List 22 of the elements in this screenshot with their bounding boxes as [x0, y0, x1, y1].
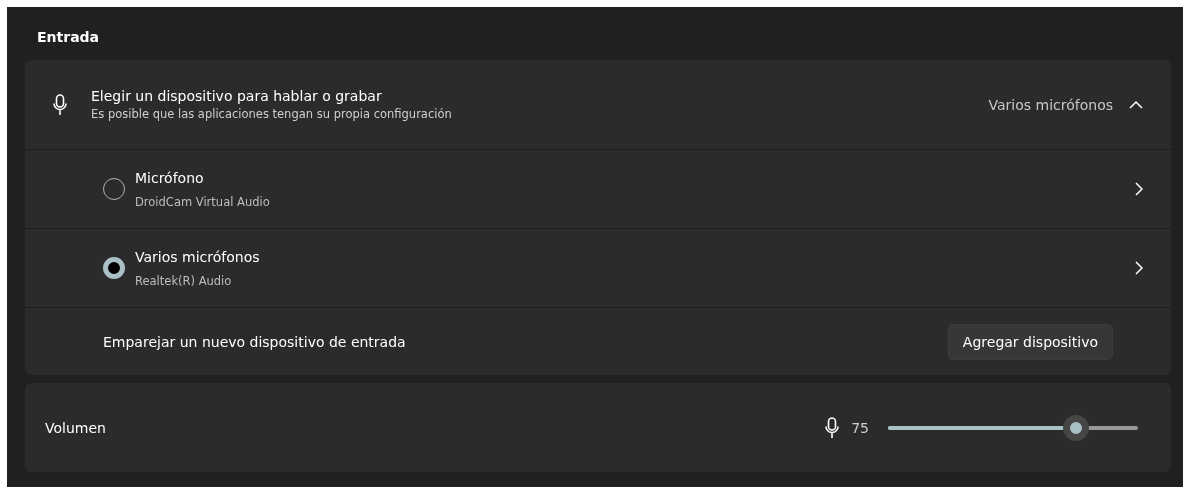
device-name: Micrófono [135, 169, 205, 186]
device-driver: DroidCam Virtual Audio [135, 194, 271, 209]
volume-label: Volumen [45, 419, 107, 436]
picker-title: Elegir un dispositivo para hablar o grabar [91, 88, 383, 104]
picker-subtitle: Es posible que las aplicaciones tengan su propia configuración [91, 107, 453, 121]
add-device-button[interactable]: Agregar dispositivo [947, 323, 1113, 360]
microphone-icon [825, 416, 840, 439]
chevron-up-icon[interactable] [1129, 100, 1143, 109]
current-device: Varios micrófonos [988, 96, 1113, 113]
device-row[interactable]: Varios micrófonos Realtek(R) Audio [25, 229, 1171, 308]
device-driver: Realtek(R) Audio [135, 273, 233, 288]
volume-reading: 75 [851, 419, 869, 436]
microphone-icon [53, 93, 67, 116]
chevron-right-icon[interactable] [1135, 261, 1143, 275]
device-row[interactable]: Micrófono DroidCam Virtual Audio [25, 150, 1171, 229]
section-title: Entrada [36, 28, 101, 47]
radio-button[interactable] [103, 257, 125, 279]
device-name: Varios micrófonos [135, 248, 261, 265]
device-picker-header[interactable]: Elegir un dispositivo para hablar o grabar Es posible que las aplicaciones tengan su propia configuración Varios micrófonos [25, 60, 1171, 150]
pair-label: Emparejar un nuevo dispositivo de entrada [103, 333, 407, 350]
slider-thumb[interactable] [1062, 414, 1089, 441]
chevron-right-icon[interactable] [1135, 182, 1143, 196]
